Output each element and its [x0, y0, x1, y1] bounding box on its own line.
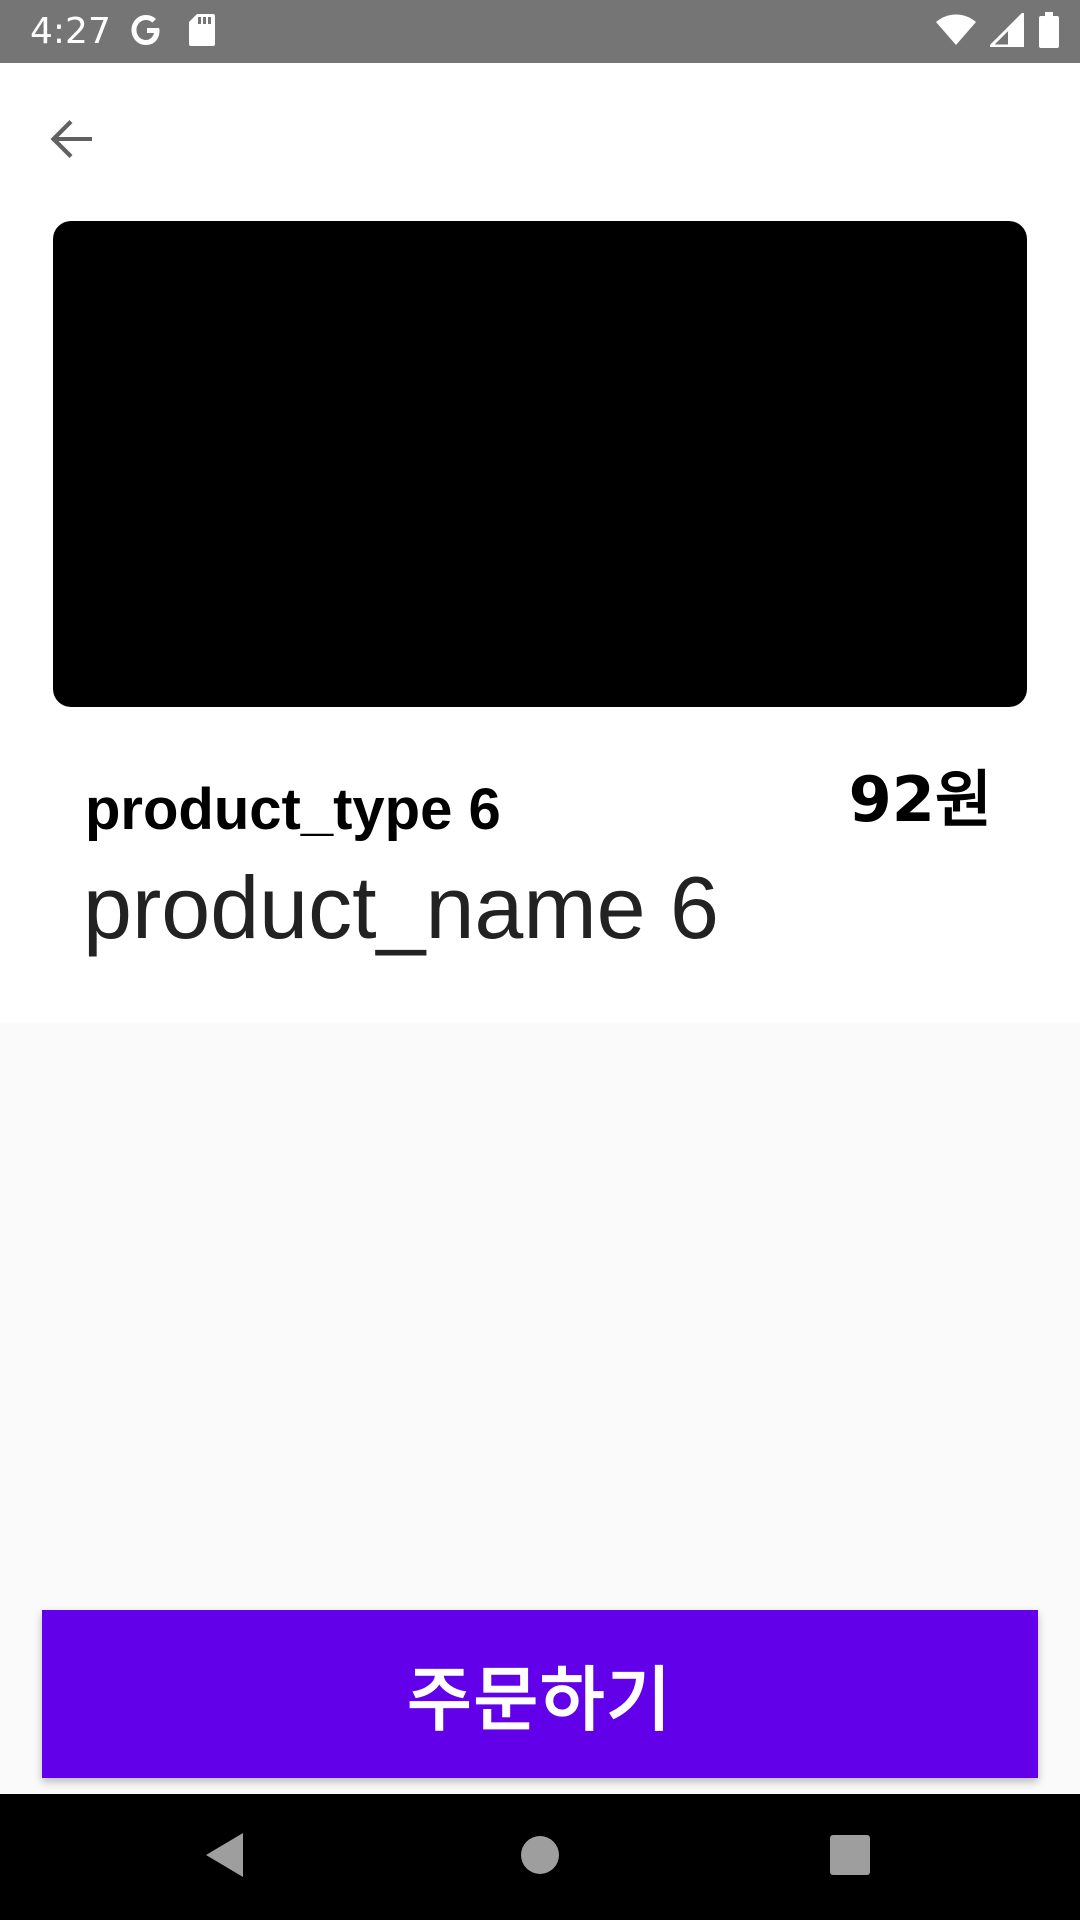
status-bar: 4:27	[0, 0, 1080, 63]
cellular-icon	[987, 9, 1025, 52]
product-name: product_name 6	[83, 858, 719, 957]
back-button[interactable]	[36, 105, 108, 177]
status-right-icons	[936, 9, 1060, 53]
navigation-bar	[0, 1794, 1080, 1920]
product-detail-section: product_type 6 92원 product_name 6	[0, 63, 1080, 1023]
status-time: 4:27	[30, 11, 111, 52]
product-type: product_type 6	[85, 777, 501, 842]
nav-home-button[interactable]	[510, 1827, 570, 1887]
status-left-icons	[130, 12, 216, 52]
product-image	[53, 221, 1027, 707]
battery-icon	[1038, 11, 1060, 53]
google-icon	[130, 13, 164, 52]
home-circle-icon	[519, 1834, 561, 1881]
wifi-icon	[936, 14, 976, 51]
recents-square-icon	[829, 1834, 871, 1881]
back-triangle-icon	[203, 1831, 247, 1884]
order-button[interactable]: 주문하기	[42, 1610, 1038, 1778]
nav-back-button[interactable]	[195, 1827, 255, 1887]
sd-card-icon	[188, 13, 216, 52]
nav-recents-button[interactable]	[820, 1827, 880, 1887]
arrow-back-icon	[48, 115, 96, 168]
product-price: 92원	[848, 763, 992, 836]
